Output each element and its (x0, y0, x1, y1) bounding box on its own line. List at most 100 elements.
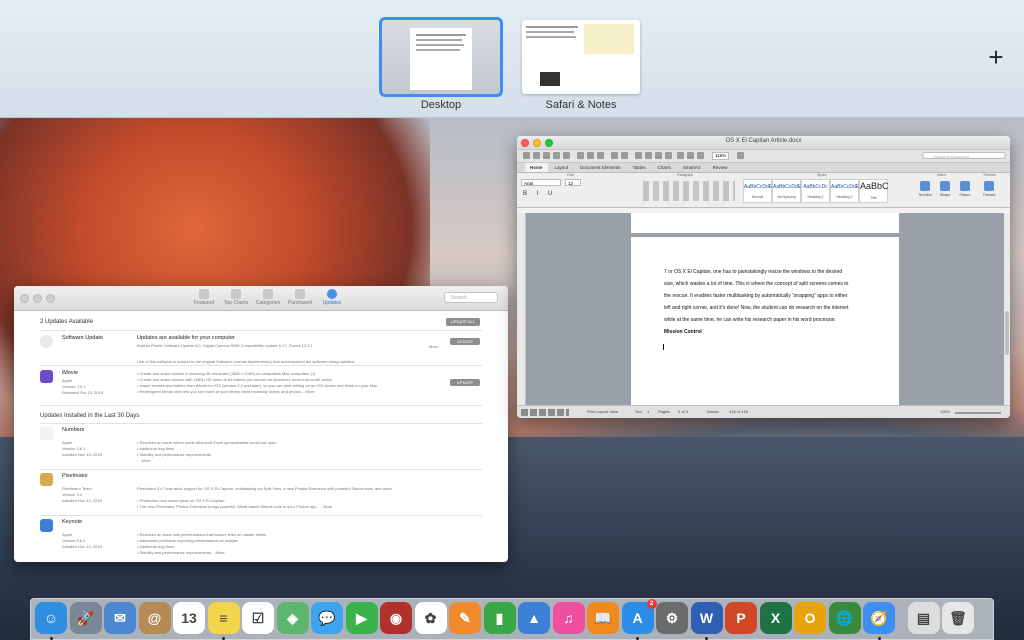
more-link[interactable]: More (429, 344, 438, 349)
document-page[interactable]: 7 or OS X El Capitan, one has to painsta… (631, 237, 899, 405)
templates-icon[interactable] (533, 152, 540, 159)
font-name-select[interactable]: Arial (521, 179, 561, 186)
tab-charts[interactable]: Charts (653, 163, 676, 172)
dock-item-itunes[interactable]: ♫ (552, 602, 585, 634)
open-icon[interactable] (543, 152, 550, 159)
style-normal[interactable]: AaBbCcDdEe Normal (743, 179, 775, 203)
dock-item-system-preferences[interactable]: ⚙ (656, 602, 688, 634)
zoom-select[interactable]: 116% (712, 152, 730, 160)
update-button[interactable]: UPDATE (450, 338, 480, 345)
update-all-button[interactable]: UPDATE ALL (446, 318, 480, 326)
sidebar-icon[interactable] (645, 152, 652, 159)
undo-icon[interactable] (611, 152, 618, 159)
insert-text-box[interactable]: Text Box (915, 181, 935, 197)
zoom-button[interactable] (46, 294, 55, 303)
status-words-value: 416 of 416 (729, 409, 748, 414)
dock-item-trash[interactable]: 🗑 (942, 602, 974, 634)
dock-item-documents[interactable]: ▤ (907, 602, 940, 634)
dock-item-network-utility[interactable]: 🌐 (828, 602, 861, 634)
tab-tables[interactable]: Tables (628, 163, 651, 172)
safari-icon: 🧭 (870, 609, 888, 626)
minimize-button[interactable] (33, 294, 42, 303)
dock-item-calendar[interactable]: 13 (173, 602, 205, 634)
word-window[interactable]: OS X El Capitan Article.docx 116% Search… (517, 136, 1010, 418)
paragraph-controls[interactable] (643, 181, 735, 201)
space-safari-notes-thumbnail[interactable] (522, 20, 640, 94)
dock-item-maps[interactable]: ◈ (276, 602, 309, 634)
tab-home[interactable]: Home (525, 163, 548, 172)
scrollbar-thumb[interactable] (1005, 311, 1009, 355)
app-store-window[interactable]: Featured Top Charts Categories Purchased… (14, 286, 508, 562)
dock-item-photo-booth[interactable]: ◉ (380, 602, 412, 634)
dock-item-pages[interactable]: ✎ (449, 602, 481, 634)
table-icon[interactable] (677, 152, 684, 159)
view-buttons[interactable] (521, 409, 569, 416)
dock-item-microsoft-powerpoint[interactable]: P (725, 602, 757, 634)
dock-item-messages[interactable]: 💬 (311, 602, 343, 634)
paste-icon[interactable] (597, 152, 604, 159)
tab-label: Featured (193, 300, 214, 306)
space-safari-notes[interactable]: Safari & Notes (522, 20, 640, 111)
close-button[interactable] (20, 294, 29, 303)
tab-updates[interactable]: Updates (318, 288, 346, 306)
more-link[interactable]: ... More (137, 458, 151, 463)
itunes-icon: ♫ (563, 610, 574, 626)
dock-item-numbers[interactable]: ▮ (483, 602, 516, 634)
divider (40, 330, 482, 331)
tab-top-charts[interactable]: Top Charts (222, 288, 250, 306)
dock-item-finder[interactable]: ☺ (35, 602, 67, 634)
insert-shape[interactable]: Shape (935, 181, 955, 197)
columns-icon[interactable] (687, 152, 694, 159)
tab-featured[interactable]: Featured (190, 288, 218, 306)
tab-document-elements[interactable]: Document Elements (575, 163, 626, 172)
format-buttons[interactable]: B I U (523, 191, 556, 197)
document-canvas[interactable]: 7 or OS X El Capitan, one has to painsta… (517, 213, 1010, 405)
style-heading-2[interactable]: AaBbCcDdE Heading 2 (830, 179, 859, 203)
tab-smartart[interactable]: SmartArt (678, 163, 706, 172)
toolbox-icon[interactable] (655, 152, 662, 159)
dock-item-safari[interactable]: 🧭 (863, 602, 895, 634)
dock-item-microsoft-outlook[interactable]: O (794, 602, 826, 634)
tab-layout[interactable]: Layout (550, 163, 574, 172)
document-title: OS X El Capitan Article.docx (725, 138, 802, 144)
space-desktop[interactable]: Desktop (379, 17, 503, 111)
dock-item-launchpad[interactable]: 🚀 (69, 602, 102, 634)
search-input[interactable]: Search (444, 292, 498, 303)
print-icon[interactable] (563, 152, 570, 159)
tab-purchased[interactable]: Purchased (286, 288, 314, 306)
dock-item-ibooks[interactable]: 📖 (587, 602, 619, 634)
style-heading-1[interactable]: AaBbCcDc Heading 1 (801, 179, 830, 203)
document-search-input[interactable]: Search in Document (922, 152, 1006, 159)
update-button[interactable]: UPDATE (450, 379, 480, 386)
tab-categories[interactable]: Categories (254, 288, 282, 306)
font-size-select[interactable]: 12 (565, 179, 581, 186)
dock-item-facetime[interactable]: ▶ (345, 602, 378, 634)
themes-button[interactable]: Themes (979, 181, 999, 197)
cut-icon[interactable] (577, 152, 584, 159)
new-document-icon[interactable] (523, 152, 530, 159)
add-space-button[interactable]: + (984, 44, 1008, 70)
media-icon[interactable] (697, 152, 704, 159)
style-title[interactable]: AaBbC Title (859, 179, 889, 203)
save-icon[interactable] (553, 152, 560, 159)
vertical-scrollbar[interactable] (1004, 213, 1010, 405)
tab-review[interactable]: Review (708, 163, 733, 172)
dock-item-microsoft-excel[interactable]: X (759, 602, 792, 634)
dock-item-keynote[interactable]: ▲ (518, 602, 550, 634)
paragraph-marks-icon[interactable] (635, 152, 642, 159)
dock-item-app-store[interactable]: A2 (621, 599, 657, 634)
style-no-spacing[interactable]: AaBbCcDdEe No Spacing (772, 179, 804, 203)
dock-item-microsoft-word[interactable]: W (690, 602, 723, 634)
dock-item-mail[interactable]: ✉ (104, 602, 136, 634)
space-desktop-thumbnail[interactable] (379, 17, 503, 97)
zoom-slider[interactable] (955, 412, 1001, 414)
redo-icon[interactable] (621, 152, 628, 159)
insert-picture[interactable]: Picture (955, 181, 975, 197)
dock-item-notes[interactable]: ≡ (207, 602, 240, 634)
help-icon[interactable] (737, 152, 744, 159)
dock-item-reminders[interactable]: ☑ (242, 602, 274, 634)
gallery-icon[interactable] (665, 152, 672, 159)
dock-item-photos[interactable]: ✿ (414, 602, 447, 634)
copy-icon[interactable] (587, 152, 594, 159)
dock-item-contacts[interactable]: @ (138, 602, 171, 634)
